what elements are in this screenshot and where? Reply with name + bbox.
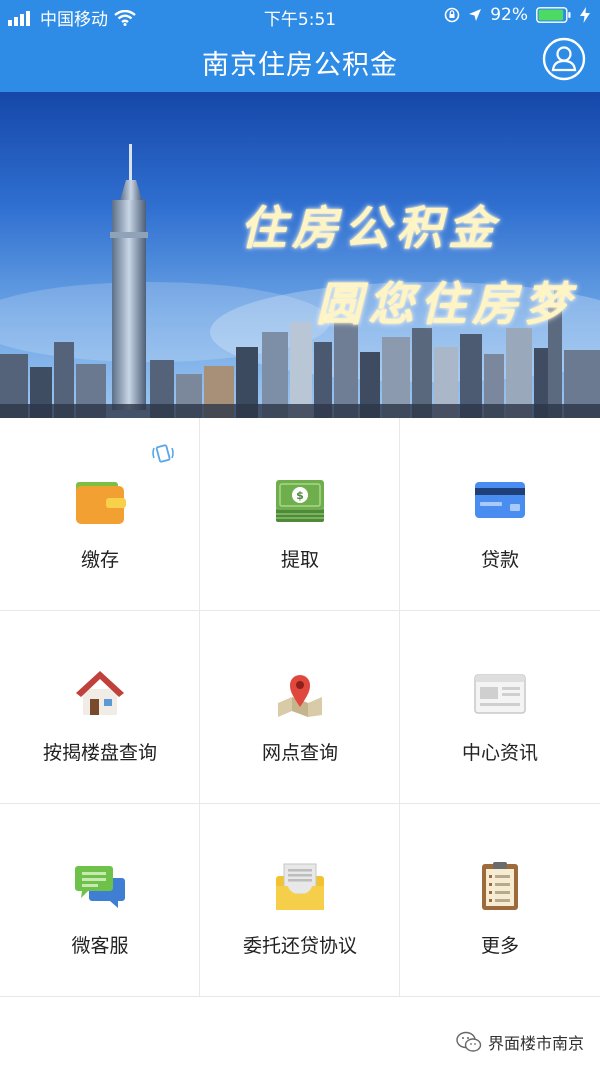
wechat-icon bbox=[456, 1031, 482, 1052]
vibrate-phone-icon bbox=[152, 444, 174, 463]
menu-item-label: 微客服 bbox=[71, 935, 129, 957]
menu-item-more[interactable]: 更多 bbox=[400, 804, 600, 997]
menu-item-center-news[interactable]: 中心资讯 bbox=[400, 611, 600, 804]
battery-icon bbox=[536, 7, 571, 23]
nav-bar: 南京住房公积金 bbox=[0, 30, 600, 92]
banner-slogan-line2: 圆您住房梦 bbox=[316, 277, 576, 331]
service-grid: 缴存 $ 提取 贷款 按揭楼盘查询 网点查询 中心资讯 微客服 委托还贷协议 更… bbox=[0, 418, 600, 998]
watermark: 界面楼市南京 bbox=[456, 1030, 584, 1054]
banner[interactable]: 住房公积金 圆您住房梦 bbox=[0, 92, 600, 418]
user-avatar-icon bbox=[542, 37, 586, 81]
menu-item-mortgage-property-query[interactable]: 按揭楼盘查询 bbox=[0, 611, 200, 804]
menu-item-micro-customer-service[interactable]: 微客服 bbox=[0, 804, 200, 997]
lock-rotation-icon bbox=[444, 7, 460, 23]
bank-card-icon bbox=[475, 482, 525, 518]
menu-item-loan[interactable]: 贷款 bbox=[400, 418, 600, 611]
house-icon bbox=[76, 671, 124, 715]
status-bar: 中国移动 下午5:51 92% bbox=[0, 0, 600, 30]
menu-item-label: 贷款 bbox=[480, 549, 519, 571]
battery-percent: 92% bbox=[490, 5, 528, 25]
charging-icon bbox=[580, 7, 590, 23]
menu-item-label: 更多 bbox=[480, 935, 519, 957]
watermark-text: 界面楼市南京 bbox=[487, 1034, 584, 1053]
chat-bubbles-icon bbox=[75, 866, 125, 908]
page-title: 南京住房公积金 bbox=[202, 50, 398, 81]
wallet-icon bbox=[76, 482, 126, 524]
menu-item-label: 中心资讯 bbox=[461, 742, 538, 764]
clipboard-icon bbox=[482, 862, 518, 910]
menu-item-entrusted-repayment-agreement[interactable]: 委托还贷协议 bbox=[200, 804, 400, 997]
menu-item-label: 网点查询 bbox=[261, 742, 338, 764]
banner-slogan-line1: 住房公积金 bbox=[240, 201, 500, 255]
menu-item-label: 委托还贷协议 bbox=[242, 935, 357, 957]
cash-stack-icon: $ bbox=[276, 480, 324, 522]
menu-item-label: 按揭楼盘查询 bbox=[42, 742, 157, 764]
user-button[interactable] bbox=[542, 37, 586, 81]
menu-item-deposit[interactable]: 缴存 bbox=[0, 418, 200, 611]
svg-text:$: $ bbox=[296, 489, 304, 502]
menu-item-label: 提取 bbox=[280, 549, 319, 571]
news-icon bbox=[474, 674, 526, 714]
location-icon bbox=[469, 9, 482, 21]
menu-item-withdraw[interactable]: $ 提取 bbox=[200, 418, 400, 611]
status-right: 92% bbox=[444, 5, 590, 25]
menu-item-branch-query[interactable]: 网点查询 bbox=[200, 611, 400, 804]
map-pin-icon bbox=[278, 675, 322, 717]
menu-item-label: 缴存 bbox=[80, 549, 119, 571]
document-tray-icon bbox=[276, 863, 324, 910]
